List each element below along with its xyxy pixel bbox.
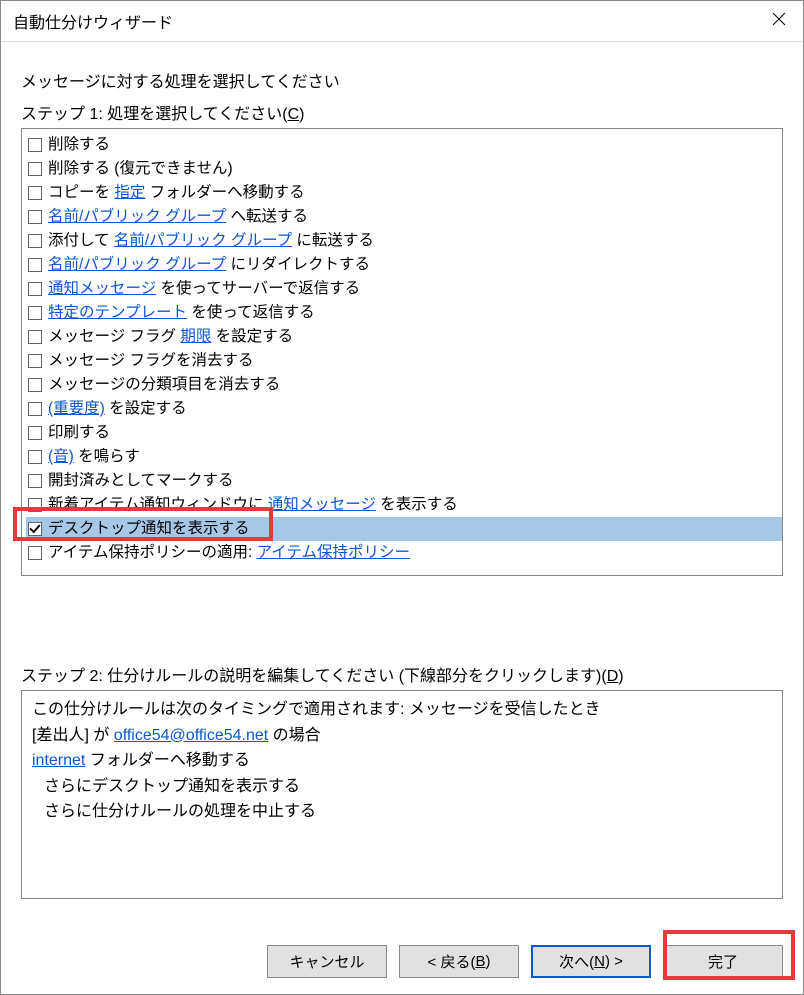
- action-checkbox[interactable]: [28, 354, 42, 368]
- action-row[interactable]: (重要度) を設定する: [26, 397, 782, 421]
- step2-label: ステップ 2: 仕分けルールの説明を編集してください (下線部分をクリックします…: [21, 662, 783, 686]
- action-link[interactable]: 名前/パブリック グループ: [114, 232, 292, 249]
- action-link[interactable]: 名前/パブリック グループ: [48, 208, 226, 225]
- action-row[interactable]: デスクトップ通知を表示する: [26, 517, 782, 541]
- action-checkbox[interactable]: [28, 258, 42, 272]
- action-label: 新着アイテム通知ウィンドウに 通知メッセージ を表示する: [48, 493, 458, 517]
- action-link[interactable]: アイテム保持ポリシー: [257, 544, 410, 561]
- action-row[interactable]: (音) を鳴らす: [26, 445, 782, 469]
- desc-line-4: さらにデスクトップ通知を表示する: [32, 774, 772, 800]
- action-row[interactable]: 名前/パブリック グループ へ転送する: [26, 205, 782, 229]
- window-title: 自動仕分けウィザード: [13, 9, 755, 33]
- action-label: 特定のテンプレート を使って返信する: [48, 301, 315, 325]
- step1-label: ステップ 1: 処理を選択してください(C): [21, 100, 783, 124]
- action-checkbox[interactable]: [28, 282, 42, 296]
- desc-line-2: [差出人] が office54@office54.net の場合: [32, 723, 772, 749]
- action-checkbox[interactable]: [28, 402, 42, 416]
- action-label: アイテム保持ポリシーの適用: アイテム保持ポリシー: [48, 541, 410, 565]
- close-button[interactable]: [755, 1, 803, 41]
- button-row: キャンセル < 戻る(B) 次へ(N) > 完了: [1, 933, 803, 994]
- action-checkbox[interactable]: [28, 546, 42, 560]
- action-link[interactable]: 指定: [114, 184, 145, 201]
- action-link[interactable]: (重要度): [48, 400, 105, 417]
- rule-description-box[interactable]: この仕分けルールは次のタイミングで適用されます: メッセージを受信したとき [差…: [21, 690, 783, 899]
- action-checkbox[interactable]: [28, 522, 42, 536]
- action-label: (音) を鳴らす: [48, 445, 140, 469]
- close-icon: [772, 11, 786, 31]
- action-checkbox[interactable]: [28, 234, 42, 248]
- back-button[interactable]: < 戻る(B): [399, 945, 519, 978]
- action-link[interactable]: 通知メッセージ: [268, 496, 376, 513]
- action-label: デスクトップ通知を表示する: [48, 517, 250, 541]
- action-checkbox[interactable]: [28, 138, 42, 152]
- action-label: 名前/パブリック グループ へ転送する: [48, 205, 308, 229]
- action-link[interactable]: 特定のテンプレート: [48, 304, 187, 321]
- action-link[interactable]: 通知メッセージ: [48, 280, 156, 297]
- action-row[interactable]: メッセージ フラグを消去する: [26, 349, 782, 373]
- action-row[interactable]: 添付して 名前/パブリック グループ に転送する: [26, 229, 782, 253]
- action-checkbox[interactable]: [28, 474, 42, 488]
- instruction-text: メッセージに対する処理を選択してください: [21, 68, 783, 92]
- action-checkbox[interactable]: [28, 162, 42, 176]
- rules-wizard-window: 自動仕分けウィザード メッセージに対する処理を選択してください ステップ 1: …: [0, 0, 804, 995]
- action-label: 削除する (復元できません): [48, 157, 233, 181]
- action-checkbox[interactable]: [28, 450, 42, 464]
- action-label: メッセージの分類項目を消去する: [48, 373, 280, 397]
- action-row[interactable]: 開封済みとしてマークする: [26, 469, 782, 493]
- action-row[interactable]: 印刷する: [26, 421, 782, 445]
- desc-folder-link[interactable]: internet: [32, 752, 85, 769]
- action-row[interactable]: アイテム保持ポリシーの適用: アイテム保持ポリシー: [26, 541, 782, 565]
- action-checkbox[interactable]: [28, 378, 42, 392]
- action-row[interactable]: 特定のテンプレート を使って返信する: [26, 301, 782, 325]
- action-label: 通知メッセージ を使ってサーバーで返信する: [48, 277, 360, 301]
- desc-line-3: internet フォルダーへ移動する: [32, 748, 772, 774]
- action-row[interactable]: 削除する (復元できません): [26, 157, 782, 181]
- action-label: 印刷する: [48, 421, 110, 445]
- action-link[interactable]: 期限: [180, 328, 211, 345]
- action-label: 名前/パブリック グループ にリダイレクトする: [48, 253, 370, 277]
- content-area: メッセージに対する処理を選択してください ステップ 1: 処理を選択してください…: [1, 42, 803, 933]
- action-link[interactable]: (音): [48, 448, 74, 465]
- action-checkbox[interactable]: [28, 186, 42, 200]
- action-row[interactable]: 削除する: [26, 133, 782, 157]
- cancel-button[interactable]: キャンセル: [267, 945, 387, 978]
- action-row[interactable]: メッセージの分類項目を消去する: [26, 373, 782, 397]
- action-checkbox[interactable]: [28, 210, 42, 224]
- action-row[interactable]: 通知メッセージ を使ってサーバーで返信する: [26, 277, 782, 301]
- finish-button[interactable]: 完了: [663, 945, 783, 978]
- action-row[interactable]: 名前/パブリック グループ にリダイレクトする: [26, 253, 782, 277]
- action-checkbox[interactable]: [28, 330, 42, 344]
- action-label: コピーを 指定 フォルダーへ移動する: [48, 181, 305, 205]
- action-checkbox[interactable]: [28, 306, 42, 320]
- action-label: (重要度) を設定する: [48, 397, 187, 421]
- action-link[interactable]: 名前/パブリック グループ: [48, 256, 226, 273]
- action-checkbox[interactable]: [28, 426, 42, 440]
- desc-line-1: この仕分けルールは次のタイミングで適用されます: メッセージを受信したとき: [32, 697, 772, 723]
- desc-sender-link[interactable]: office54@office54.net: [114, 727, 268, 744]
- action-label: 削除する: [48, 133, 110, 157]
- action-row[interactable]: 新着アイテム通知ウィンドウに 通知メッセージ を表示する: [26, 493, 782, 517]
- titlebar: 自動仕分けウィザード: [1, 1, 803, 42]
- action-label: 開封済みとしてマークする: [48, 469, 234, 493]
- action-label: 添付して 名前/パブリック グループ に転送する: [48, 229, 374, 253]
- action-row[interactable]: コピーを 指定 フォルダーへ移動する: [26, 181, 782, 205]
- next-button[interactable]: 次へ(N) >: [531, 945, 651, 978]
- action-checkbox[interactable]: [28, 498, 42, 512]
- action-label: メッセージ フラグ 期限 を設定する: [48, 325, 293, 349]
- desc-line-5: さらに仕分けルールの処理を中止する: [32, 799, 772, 825]
- action-label: メッセージ フラグを消去する: [48, 349, 254, 373]
- actions-listbox[interactable]: 削除する削除する (復元できません)コピーを 指定 フォルダーへ移動する名前/パ…: [21, 128, 783, 576]
- action-row[interactable]: メッセージ フラグ 期限 を設定する: [26, 325, 782, 349]
